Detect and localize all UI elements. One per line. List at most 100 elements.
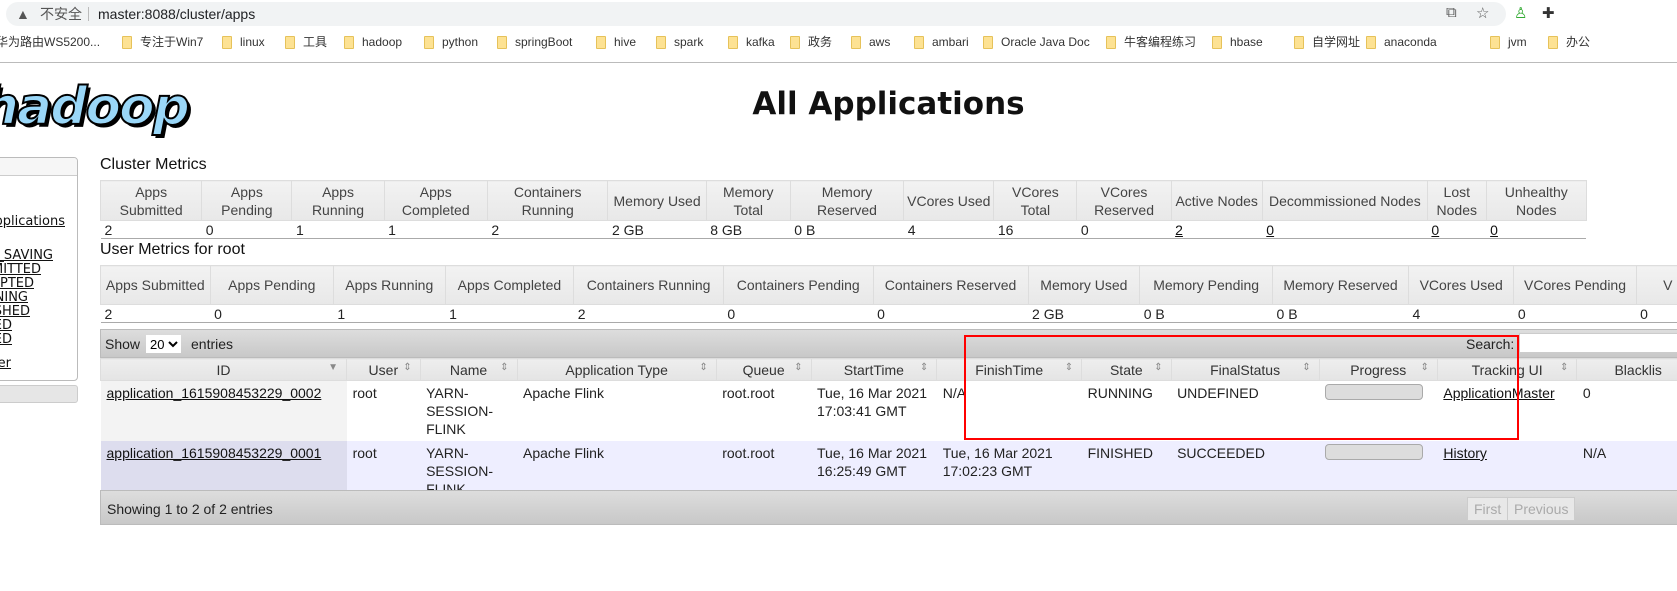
metric-cell: 16 bbox=[993, 220, 1077, 239]
cell-text: N/A bbox=[1582, 445, 1607, 461]
column-header-starttime[interactable]: StartTime ⇕ bbox=[810, 358, 938, 381]
user-metrics-table: Apps Submitted Apps Pending Apps Running Ap… bbox=[100, 265, 1677, 323]
tracking-link[interactable]: History bbox=[1443, 445, 1487, 461]
bookmark-item[interactable]: 华为路由WS5200... bbox=[0, 31, 100, 53]
insecure-label[interactable]: 不安全 bbox=[40, 2, 82, 26]
metric-cell: 8 GB bbox=[706, 220, 791, 239]
sidebar-link-applications[interactable]: Applications bbox=[0, 214, 65, 229]
sort-icon[interactable]: ⇕ bbox=[920, 362, 928, 373]
profile-icon[interactable]: ♙ bbox=[1514, 4, 1527, 22]
bookmark-item[interactable]: spark bbox=[656, 31, 703, 53]
application-link[interactable]: application_1615908453229_0002 bbox=[107, 385, 322, 401]
bookmark-item[interactable]: springBoot bbox=[497, 31, 572, 53]
sidebar-link-scheduler[interactable]: Scheduler bbox=[0, 356, 11, 371]
metric-cell: 4 bbox=[903, 220, 994, 239]
folder-icon bbox=[1366, 35, 1376, 49]
bookmark-label: kafka bbox=[746, 35, 775, 49]
metric-cell: 2 bbox=[487, 220, 608, 239]
column-header-id[interactable]: ID ▼ bbox=[99, 358, 348, 381]
sidebar-link-killed[interactable]: KILLED bbox=[0, 332, 12, 347]
metric-header: Memory Used bbox=[607, 180, 707, 221]
column-label: Application Type bbox=[565, 361, 668, 378]
bookmark-item[interactable]: 办公 bbox=[1548, 31, 1590, 53]
warning-icon[interactable]: ▲ bbox=[16, 2, 30, 26]
bookmark-item[interactable]: hadoop bbox=[344, 31, 402, 53]
column-header-name[interactable]: Name ⇕ bbox=[419, 358, 518, 381]
folder-icon bbox=[728, 35, 738, 49]
cell-start: Tue, 16 Mar 2021 17:03:41 GMT bbox=[811, 380, 937, 441]
address-bar[interactable]: ▲ 不安全 master:8088/cluster/apps bbox=[6, 2, 1506, 26]
bookmark-item[interactable]: kafka bbox=[728, 31, 775, 53]
bookmark-item[interactable]: hbase bbox=[1212, 31, 1263, 53]
metric-value: 4 bbox=[1412, 305, 1421, 322]
metric-link[interactable]: 2 bbox=[1175, 222, 1183, 238]
bookmark-item[interactable]: 工具 bbox=[285, 31, 327, 53]
cell-user: root bbox=[346, 380, 421, 441]
sort-desc-icon[interactable]: ▼ bbox=[328, 362, 338, 373]
bookmark-item[interactable]: anaconda bbox=[1366, 31, 1437, 53]
bookmark-item[interactable]: linux bbox=[222, 31, 265, 53]
column-header-application-type[interactable]: Application Type ⇕ bbox=[516, 358, 717, 381]
sort-icon[interactable]: ⇕ bbox=[1560, 362, 1568, 373]
sidebar-tools-header[interactable] bbox=[0, 385, 78, 403]
metric-link[interactable]: 0 bbox=[1266, 222, 1274, 238]
metric-cell: 0 bbox=[1427, 220, 1487, 239]
bookmark-item[interactable]: 政务 bbox=[790, 31, 832, 53]
column-header-queue[interactable]: Queue ⇕ bbox=[715, 358, 812, 381]
progress-bar bbox=[1325, 444, 1424, 460]
translate-icon[interactable]: ⧉ bbox=[1446, 4, 1457, 21]
application-link[interactable]: application_1615908453229_0001 bbox=[107, 445, 322, 461]
first-page-button[interactable]: First bbox=[1467, 497, 1509, 521]
metric-row: 2 0 1 1 2 2 GB 8 GB 0 B 4 16 0 2 0 0 0 bbox=[100, 220, 1677, 239]
sidebar-link-new_saving[interactable]: NEW_SAVING bbox=[0, 248, 53, 263]
metric-cell: 1 bbox=[445, 304, 574, 323]
bookmark-label: 自学网址 bbox=[1312, 35, 1361, 49]
bookmark-label: hive bbox=[614, 35, 637, 49]
page-size-select[interactable]: 20 bbox=[146, 335, 181, 353]
metric-link[interactable]: 0 bbox=[1490, 222, 1498, 238]
star-icon[interactable]: ☆ bbox=[1476, 4, 1489, 22]
metric-cell: 1 bbox=[384, 220, 488, 239]
column-header-blacklis[interactable]: Blacklis bbox=[1576, 358, 1677, 381]
cluster-metrics-title: Cluster Metrics bbox=[100, 156, 207, 173]
url-text[interactable]: master:8088/cluster/apps bbox=[98, 2, 255, 26]
folder-icon bbox=[285, 35, 295, 49]
metric-header: VCores Total bbox=[993, 180, 1078, 221]
bookmark-item[interactable]: ambari bbox=[914, 31, 969, 53]
sidebar-link-running[interactable]: RUNNING bbox=[0, 290, 28, 305]
show-label: Show bbox=[105, 336, 141, 352]
metric-header: Apps Pending bbox=[201, 180, 293, 221]
previous-page-button[interactable]: Previous bbox=[1507, 497, 1576, 521]
bookmark-item[interactable]: 自学网址 bbox=[1294, 31, 1360, 53]
bookmark-item[interactable]: 专注于Win7 bbox=[122, 31, 203, 53]
metric-header: VCores Pending bbox=[1513, 265, 1637, 305]
bookmark-item[interactable]: jvm bbox=[1490, 31, 1527, 53]
bookmark-item[interactable]: aws bbox=[851, 31, 890, 53]
metric-cell: 2 GB bbox=[1028, 304, 1140, 323]
cell-text: Apache Flink bbox=[523, 445, 604, 461]
metric-link[interactable]: 0 bbox=[1431, 222, 1439, 238]
sort-icon[interactable]: ⇕ bbox=[403, 362, 411, 373]
metric-header: VCores Reserved bbox=[1076, 180, 1172, 221]
folder-icon bbox=[1490, 35, 1500, 49]
sort-icon[interactable]: ⇕ bbox=[794, 362, 802, 373]
bookmark-item[interactable]: hive bbox=[596, 31, 636, 53]
cell-text: FINISHED bbox=[1087, 445, 1153, 461]
column-header-user[interactable]: User ⇕ bbox=[346, 358, 421, 381]
metric-header: V bbox=[1635, 265, 1677, 305]
bookmark-item[interactable]: 牛客编程练习 bbox=[1106, 31, 1196, 53]
sidebar-link-accepted[interactable]: ACCEPTED bbox=[0, 276, 34, 291]
metric-value: 2 bbox=[104, 305, 113, 322]
sort-icon[interactable]: ⇕ bbox=[699, 362, 707, 373]
sidebar-link-failed[interactable]: FAILED bbox=[0, 318, 12, 333]
search-input[interactable] bbox=[1519, 333, 1677, 353]
bookmark-item[interactable]: Oracle Java Doc bbox=[983, 31, 1090, 53]
cell-text: Apache Flink bbox=[523, 385, 604, 401]
bookmark-item[interactable]: python bbox=[424, 31, 478, 53]
bookmark-label: Oracle Java Doc bbox=[1001, 35, 1090, 49]
extensions-icon[interactable]: ✚ bbox=[1542, 4, 1555, 22]
sort-icon[interactable]: ⇕ bbox=[500, 362, 508, 373]
sidebar-link-submitted[interactable]: SUBMITTED bbox=[0, 262, 41, 277]
sidebar-link-finished[interactable]: FINISHED bbox=[0, 304, 30, 319]
folder-icon bbox=[656, 35, 666, 49]
